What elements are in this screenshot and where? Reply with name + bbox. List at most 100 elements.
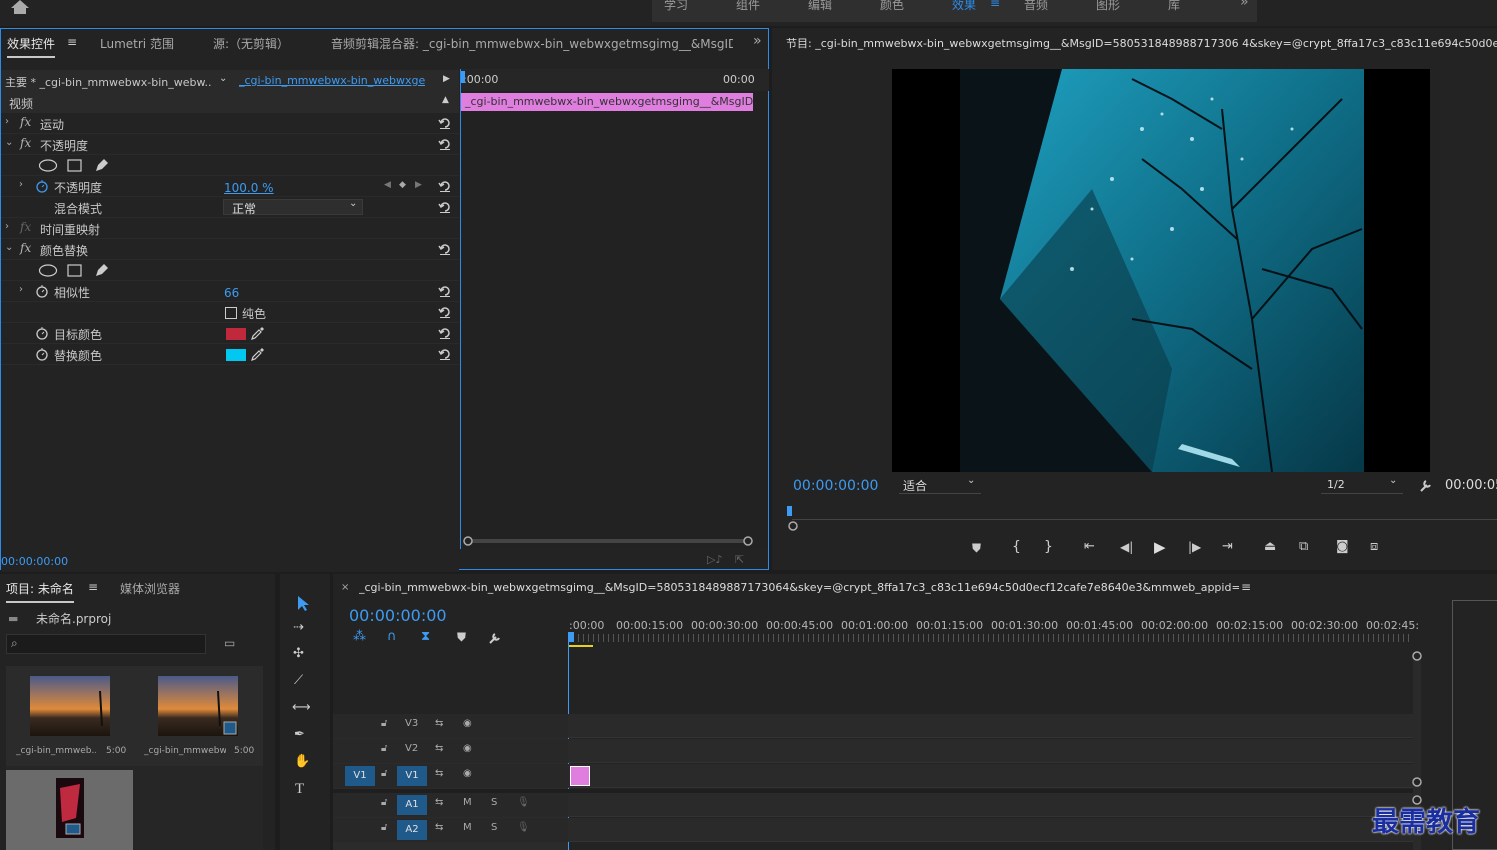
razor-tool-icon[interactable]: ⟋ — [294, 673, 303, 688]
chevron-down-icon[interactable]: ⌄ — [219, 73, 227, 84]
ws-tab-learn[interactable]: 学习 — [664, 0, 688, 13]
fx-opacity-row[interactable]: ⌄ fx 不透明度 — [1, 134, 459, 155]
effect-timecode[interactable]: 00:00:00:00 — [1, 555, 68, 568]
mute-button[interactable]: M — [463, 797, 472, 808]
export-icon[interactable]: ⇱ — [735, 553, 744, 566]
rectangle-mask-icon[interactable] — [67, 264, 82, 277]
media-item-selected[interactable] — [6, 770, 133, 850]
sync-lock-icon[interactable]: ⇆ — [435, 822, 443, 833]
program-title[interactable]: 节目: _cgi-bin_mmwebwx-bin_webwxgetmsgimg_… — [786, 35, 1497, 51]
ellipse-mask-icon[interactable] — [38, 159, 58, 172]
wrench-icon[interactable] — [1418, 477, 1434, 493]
compare-icon[interactable]: ⧈ — [1370, 539, 1378, 554]
quality-select[interactable]: 1/2 ⌄ — [1321, 475, 1403, 494]
track-lane-a2[interactable] — [568, 818, 1413, 842]
play-audio-icon[interactable]: ▷♪ — [707, 553, 722, 566]
microphone-icon[interactable]: 🎙︎ — [517, 797, 530, 808]
new-bin-icon[interactable]: ▭ — [224, 636, 235, 650]
prev-keyframe-icon[interactable]: ◀ — [384, 180, 391, 190]
reset-icon[interactable] — [438, 179, 452, 193]
work-area-bar[interactable] — [569, 645, 593, 647]
hamburger-icon[interactable]: ≡ — [990, 0, 1000, 10]
stopwatch-icon[interactable] — [35, 284, 49, 298]
fx-motion-row[interactable]: › fx 运动 — [1, 113, 459, 134]
chevron-right-icon[interactable]: › — [5, 116, 9, 127]
project-search-input[interactable]: ⌕ — [6, 634, 206, 654]
reset-icon[interactable] — [438, 284, 452, 298]
reset-icon[interactable] — [438, 326, 452, 340]
go-to-in-icon[interactable]: ⇤ — [1084, 539, 1095, 554]
chevron-down-icon[interactable]: ⌄ — [5, 242, 13, 253]
linked-selection-icon[interactable]: ⧗ — [421, 629, 430, 644]
step-back-icon[interactable]: ◀| — [1120, 540, 1133, 554]
eyedropper-icon[interactable] — [250, 326, 265, 341]
timeline-timecode[interactable]: 00:00:00:00 — [349, 606, 447, 625]
mute-button[interactable]: M — [463, 822, 472, 833]
snap-icon[interactable]: ∩ — [387, 629, 397, 644]
lift-icon[interactable]: ⏏ — [1264, 539, 1276, 554]
ws-tab-audio[interactable]: 音频 — [1024, 0, 1048, 13]
eye-icon[interactable]: ◉ — [463, 768, 472, 779]
scroll-handle-icon[interactable] — [742, 535, 754, 547]
rectangle-mask-icon[interactable] — [67, 159, 82, 172]
reset-icon[interactable] — [438, 305, 452, 319]
tab-project[interactable]: 项目: 未命名 — [6, 580, 74, 603]
playhead[interactable] — [787, 506, 792, 516]
tab-media-browser[interactable]: 媒体浏览器 — [120, 580, 180, 597]
fit-select[interactable]: 适合 ⌄ — [899, 475, 981, 494]
pen-tool-icon[interactable]: ✒ — [294, 727, 305, 742]
source-patch-v1[interactable]: V1 — [345, 766, 375, 786]
timeline-clip[interactable] — [570, 766, 590, 786]
add-marker-icon[interactable]: ⛊ — [457, 630, 466, 645]
camera-icon[interactable]: ◙ — [1336, 539, 1349, 554]
tab-source[interactable]: 源:（无剪辑） — [213, 35, 289, 52]
ws-tab-graphics[interactable]: 图形 — [1096, 0, 1120, 13]
master-clip-label[interactable]: 主要 * _cgi-bin_mmwebwx-bin_webw... — [5, 74, 211, 90]
reset-icon[interactable] — [438, 242, 452, 256]
nest-icon[interactable]: ⁂ — [353, 629, 366, 644]
reset-icon[interactable] — [438, 347, 452, 361]
zoom-handle-icon[interactable] — [787, 520, 799, 532]
ellipse-mask-icon[interactable] — [38, 264, 58, 277]
track-v3-label[interactable]: V3 — [405, 718, 418, 729]
ruler-ticks[interactable] — [568, 634, 1413, 642]
eyedropper-icon[interactable] — [250, 347, 265, 362]
opacity-value[interactable]: 100.0 % — [224, 181, 274, 195]
similarity-value[interactable]: 66 — [224, 286, 239, 300]
playhead[interactable] — [461, 71, 465, 83]
tab-audio-clip-mixer[interactable]: 音频剪辑混合器: _cgi-bin_mmwebwx-bin_webwxgetms… — [331, 35, 733, 52]
sequence-clip-label[interactable]: _cgi-bin_mmwebwx-bin_webwxget... — [239, 74, 425, 87]
mini-scrollbar[interactable] — [467, 539, 749, 543]
blend-mode-select[interactable]: 正常 ⌄ — [223, 198, 363, 216]
ws-tab-library[interactable]: 库 — [1168, 0, 1180, 13]
hand-tool-icon[interactable]: ✋ — [294, 754, 310, 769]
track-v2-label[interactable]: V2 — [405, 743, 418, 754]
solo-button[interactable]: S — [491, 797, 497, 808]
playhead[interactable] — [568, 632, 574, 642]
lock-icon[interactable]: 🔓︎ — [381, 743, 387, 754]
panel-overflow-icon[interactable]: » — [753, 33, 762, 49]
stopwatch-icon[interactable] — [35, 179, 49, 193]
target-color-swatch[interactable] — [226, 328, 246, 340]
sync-lock-icon[interactable]: ⇆ — [435, 718, 443, 729]
media-item[interactable]: _cgi-bin_mmwebw... 5:00 — [134, 666, 263, 766]
add-keyframe-icon[interactable]: ◆ — [399, 180, 406, 190]
media-item[interactable]: _cgi-bin_mmweb... 5:00 — [6, 666, 134, 766]
ripple-edit-tool-icon[interactable]: ✣ — [293, 646, 304, 661]
reset-icon[interactable] — [438, 116, 452, 130]
chevron-right-icon[interactable]: › — [19, 284, 23, 295]
lock-icon[interactable]: 🔓︎ — [381, 768, 387, 779]
ws-tab-color[interactable]: 颜色 — [880, 0, 904, 13]
slip-tool-icon[interactable]: ⟷ — [292, 700, 311, 715]
time-remap-row[interactable]: › fx 时间重映射 — [1, 218, 459, 239]
hamburger-icon[interactable]: ≡ — [88, 580, 98, 594]
lock-icon[interactable]: 🔓︎ — [381, 718, 387, 729]
extract-icon[interactable]: ⧉ — [1299, 539, 1308, 554]
close-icon[interactable]: × — [341, 582, 349, 593]
color-replace-row[interactable]: ⌄ fx 颜色替换 — [1, 239, 459, 260]
ws-tab-edit[interactable]: 编辑 — [808, 0, 832, 13]
ws-tab-assembly[interactable]: 组件 — [736, 0, 760, 13]
next-keyframe-icon[interactable]: ▶ — [415, 180, 422, 190]
sequence-title[interactable]: _cgi-bin_mmwebwx-bin_webwxgetmsgimg__&Ms… — [359, 581, 1239, 594]
reset-icon[interactable] — [438, 137, 452, 151]
